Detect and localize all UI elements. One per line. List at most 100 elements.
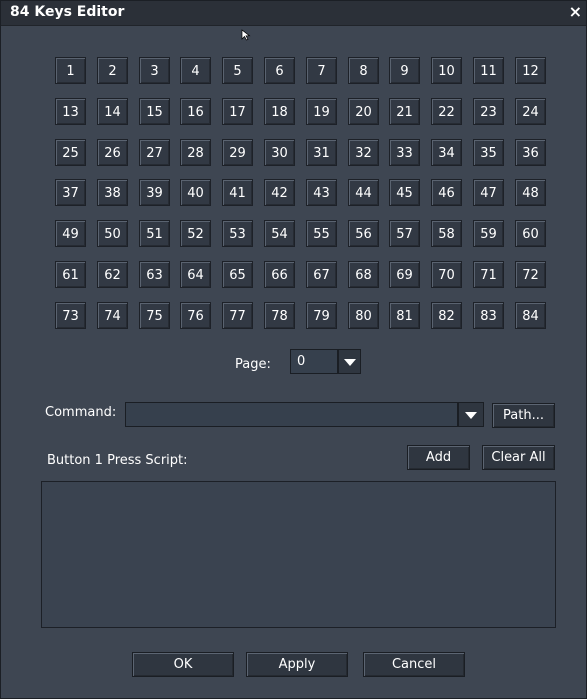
key-button-54[interactable]: 54 xyxy=(264,220,295,247)
key-button-62[interactable]: 62 xyxy=(97,261,128,288)
key-button-71[interactable]: 71 xyxy=(473,261,504,288)
key-button-37[interactable]: 37 xyxy=(55,179,86,206)
key-button-7[interactable]: 7 xyxy=(306,57,337,84)
key-button-30[interactable]: 30 xyxy=(264,139,295,166)
key-button-72[interactable]: 72 xyxy=(515,261,546,288)
title-bar[interactable]: 84 Keys Editor × xyxy=(1,1,586,26)
key-button-57[interactable]: 57 xyxy=(389,220,420,247)
key-button-79[interactable]: 79 xyxy=(306,302,337,329)
key-button-10[interactable]: 10 xyxy=(431,57,462,84)
key-button-70[interactable]: 70 xyxy=(431,261,462,288)
key-button-74[interactable]: 74 xyxy=(97,302,128,329)
key-button-51[interactable]: 51 xyxy=(139,220,170,247)
key-button-31[interactable]: 31 xyxy=(306,139,337,166)
close-icon[interactable]: × xyxy=(569,2,582,21)
key-button-5[interactable]: 5 xyxy=(222,57,253,84)
cancel-button[interactable]: Cancel xyxy=(363,652,465,677)
apply-button[interactable]: Apply xyxy=(246,652,348,677)
key-button-59[interactable]: 59 xyxy=(473,220,504,247)
key-button-44[interactable]: 44 xyxy=(348,179,379,206)
key-button-25[interactable]: 25 xyxy=(55,139,86,166)
key-button-46[interactable]: 46 xyxy=(431,179,462,206)
key-button-42[interactable]: 42 xyxy=(264,179,295,206)
script-text-area[interactable] xyxy=(41,481,556,628)
key-button-69[interactable]: 69 xyxy=(389,261,420,288)
key-button-67[interactable]: 67 xyxy=(306,261,337,288)
key-button-27[interactable]: 27 xyxy=(139,139,170,166)
key-button-45[interactable]: 45 xyxy=(389,179,420,206)
key-button-38[interactable]: 38 xyxy=(97,179,128,206)
key-button-47[interactable]: 47 xyxy=(473,179,504,206)
key-button-2[interactable]: 2 xyxy=(97,57,128,84)
key-button-49[interactable]: 49 xyxy=(55,220,86,247)
key-button-64[interactable]: 64 xyxy=(180,261,211,288)
page-select[interactable]: 0 xyxy=(290,349,338,374)
key-button-22[interactable]: 22 xyxy=(431,98,462,125)
key-grid: 1 2 3 4 5 6 7 8 9 10 11 12 13 14 15 16 17 18 19 20 21 22 23 24 2… xyxy=(55,57,546,329)
key-button-77[interactable]: 77 xyxy=(222,302,253,329)
key-button-66[interactable]: 66 xyxy=(264,261,295,288)
key-button-12[interactable]: 12 xyxy=(515,57,546,84)
key-button-78[interactable]: 78 xyxy=(264,302,295,329)
key-button-24[interactable]: 24 xyxy=(515,98,546,125)
key-button-56[interactable]: 56 xyxy=(348,220,379,247)
key-button-20[interactable]: 20 xyxy=(348,98,379,125)
key-button-35[interactable]: 35 xyxy=(473,139,504,166)
key-button-6[interactable]: 6 xyxy=(264,57,295,84)
key-button-1[interactable]: 1 xyxy=(55,57,86,84)
key-button-36[interactable]: 36 xyxy=(515,139,546,166)
key-button-17[interactable]: 17 xyxy=(222,98,253,125)
key-button-75[interactable]: 75 xyxy=(139,302,170,329)
command-input[interactable] xyxy=(125,402,458,427)
key-button-73[interactable]: 73 xyxy=(55,302,86,329)
ok-button[interactable]: OK xyxy=(132,652,234,677)
key-button-76[interactable]: 76 xyxy=(180,302,211,329)
add-button[interactable]: Add xyxy=(407,445,470,470)
key-button-26[interactable]: 26 xyxy=(97,139,128,166)
key-button-61[interactable]: 61 xyxy=(55,261,86,288)
key-button-21[interactable]: 21 xyxy=(389,98,420,125)
key-button-41[interactable]: 41 xyxy=(222,179,253,206)
key-button-28[interactable]: 28 xyxy=(180,139,211,166)
key-button-39[interactable]: 39 xyxy=(139,179,170,206)
key-button-83[interactable]: 83 xyxy=(473,302,504,329)
key-button-29[interactable]: 29 xyxy=(222,139,253,166)
key-button-3[interactable]: 3 xyxy=(139,57,170,84)
key-button-50[interactable]: 50 xyxy=(97,220,128,247)
key-button-9[interactable]: 9 xyxy=(389,57,420,84)
key-button-16[interactable]: 16 xyxy=(180,98,211,125)
key-button-33[interactable]: 33 xyxy=(389,139,420,166)
key-button-32[interactable]: 32 xyxy=(348,139,379,166)
key-button-81[interactable]: 81 xyxy=(389,302,420,329)
mouse-cursor-icon xyxy=(241,29,251,41)
key-button-11[interactable]: 11 xyxy=(473,57,504,84)
command-dropdown-button[interactable] xyxy=(458,402,484,427)
key-button-48[interactable]: 48 xyxy=(515,179,546,206)
key-button-23[interactable]: 23 xyxy=(473,98,504,125)
key-button-52[interactable]: 52 xyxy=(180,220,211,247)
key-button-65[interactable]: 65 xyxy=(222,261,253,288)
chevron-down-icon xyxy=(343,358,356,366)
key-button-15[interactable]: 15 xyxy=(139,98,170,125)
key-button-55[interactable]: 55 xyxy=(306,220,337,247)
key-button-19[interactable]: 19 xyxy=(306,98,337,125)
key-button-18[interactable]: 18 xyxy=(264,98,295,125)
key-button-8[interactable]: 8 xyxy=(348,57,379,84)
key-button-63[interactable]: 63 xyxy=(139,261,170,288)
key-button-60[interactable]: 60 xyxy=(515,220,546,247)
clear-all-button[interactable]: Clear All xyxy=(482,445,555,470)
key-button-68[interactable]: 68 xyxy=(348,261,379,288)
key-button-4[interactable]: 4 xyxy=(180,57,211,84)
key-button-13[interactable]: 13 xyxy=(55,98,86,125)
key-button-84[interactable]: 84 xyxy=(515,302,546,329)
key-button-14[interactable]: 14 xyxy=(97,98,128,125)
key-button-34[interactable]: 34 xyxy=(431,139,462,166)
key-button-80[interactable]: 80 xyxy=(348,302,379,329)
key-button-58[interactable]: 58 xyxy=(431,220,462,247)
key-button-40[interactable]: 40 xyxy=(180,179,211,206)
key-button-82[interactable]: 82 xyxy=(431,302,462,329)
key-button-43[interactable]: 43 xyxy=(306,179,337,206)
path-button[interactable]: Path... xyxy=(492,403,555,428)
key-button-53[interactable]: 53 xyxy=(222,220,253,247)
page-dropdown-button[interactable] xyxy=(338,349,361,374)
